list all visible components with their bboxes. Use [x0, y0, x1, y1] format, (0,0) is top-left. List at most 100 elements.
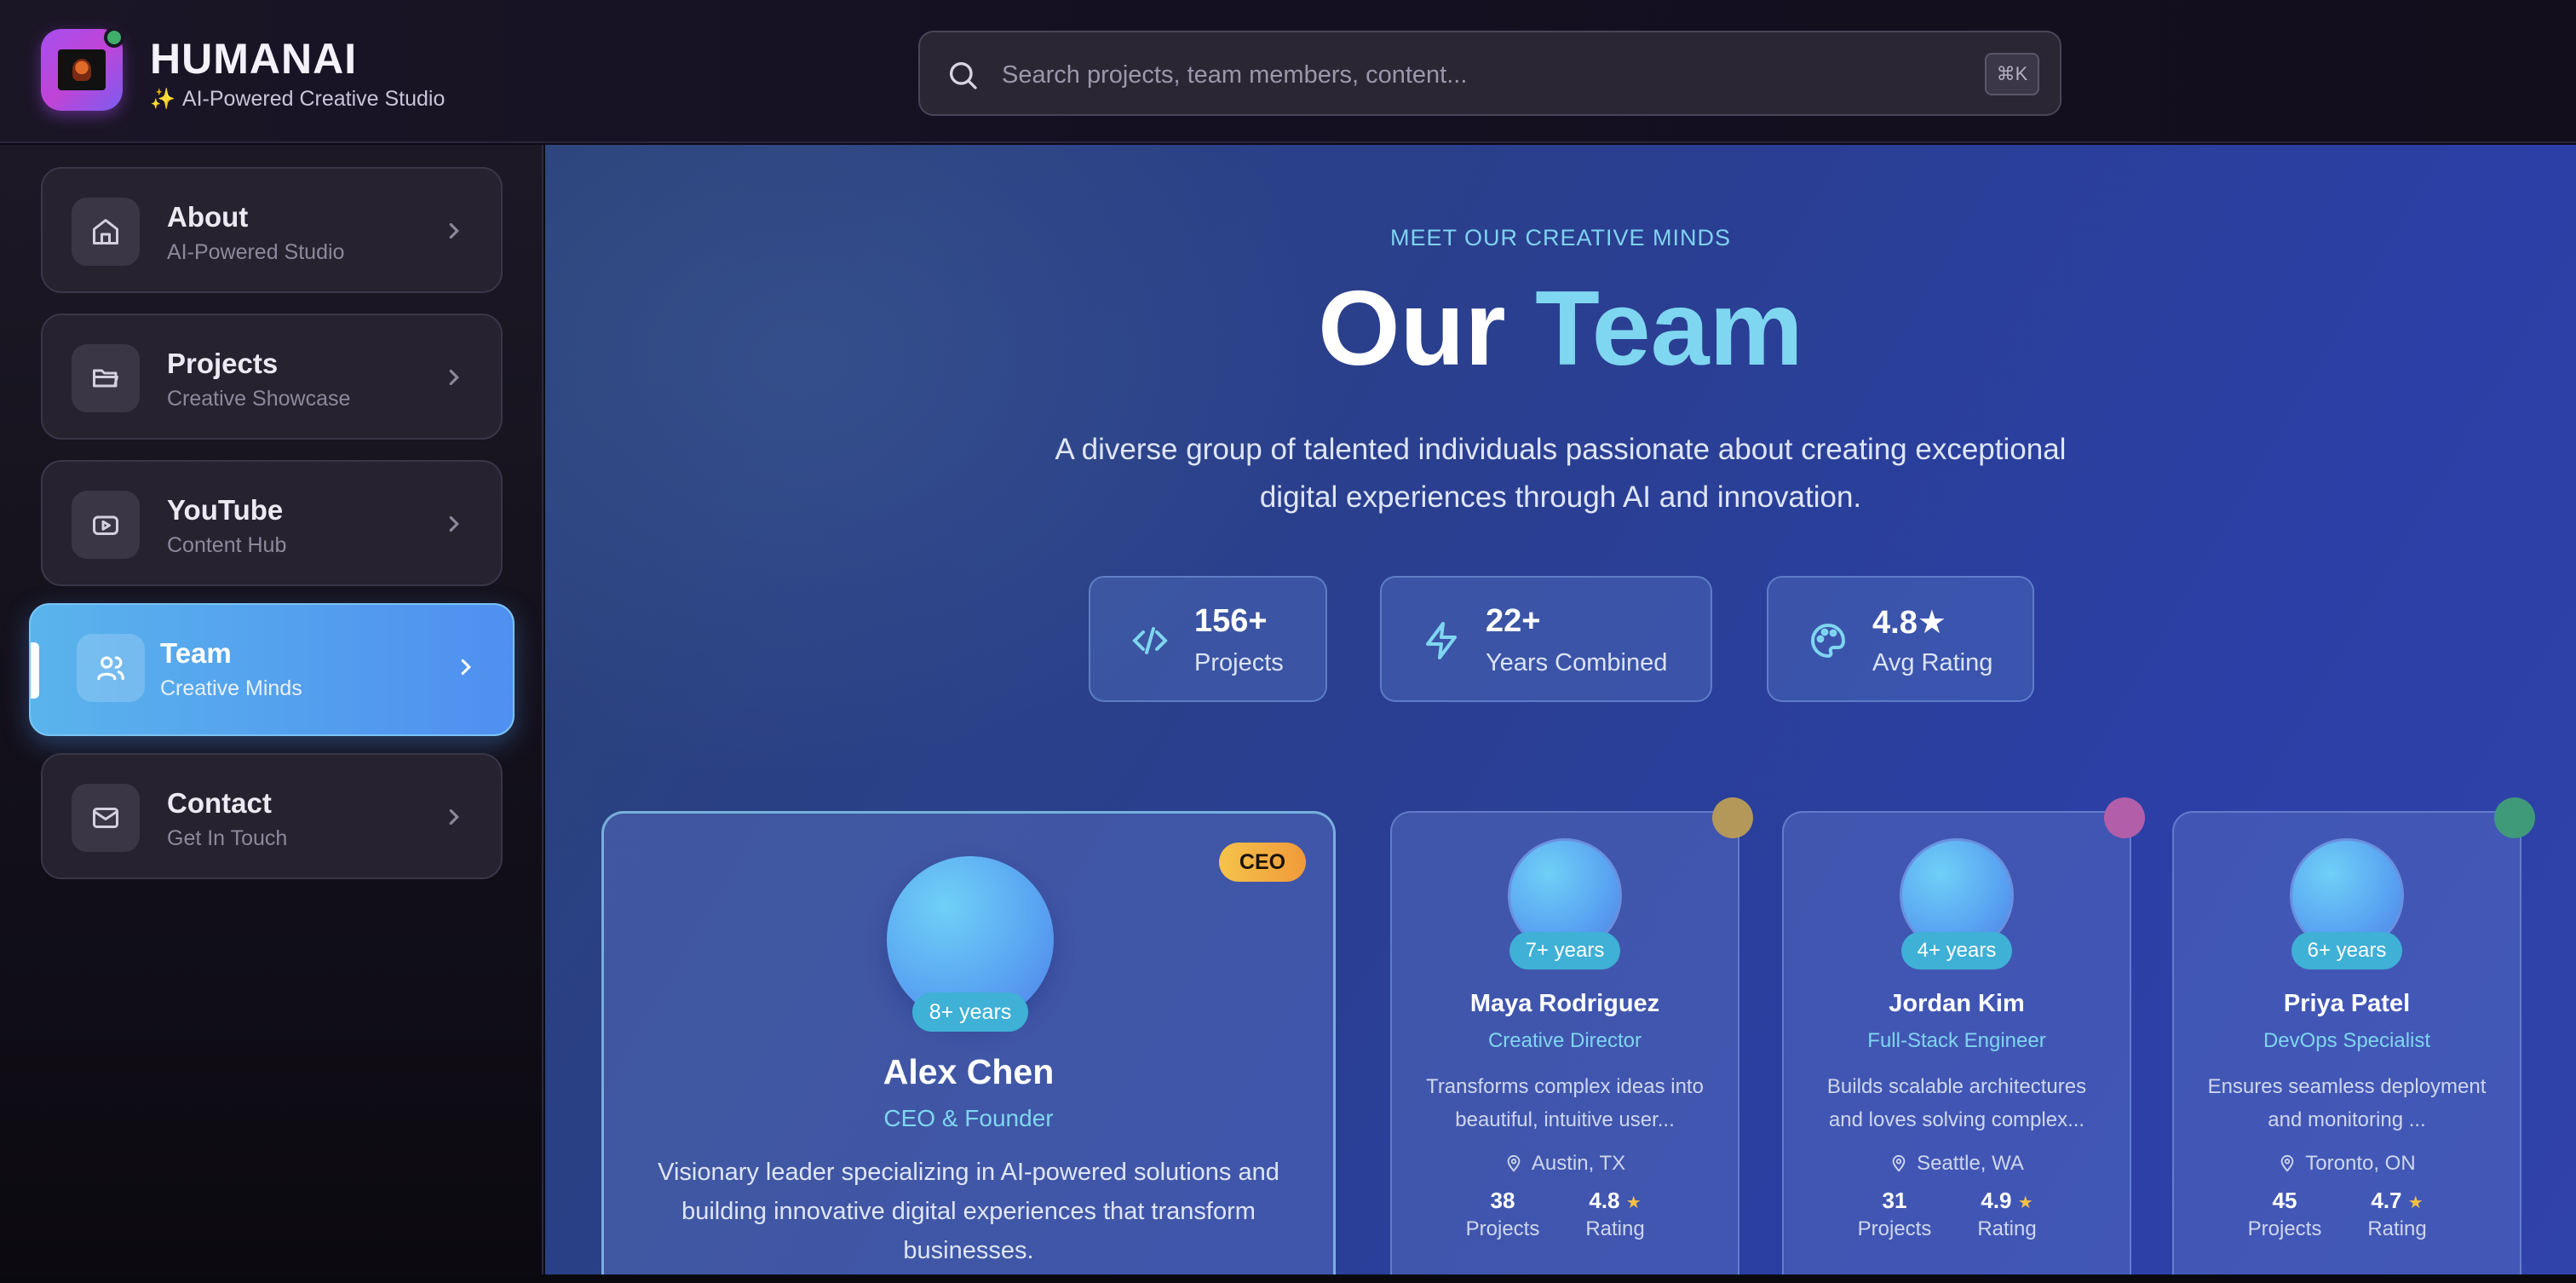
experience-badge: 6+ years	[2291, 932, 2402, 969]
main-content: MEET OUR CREATIVE MINDS Our Team A diver…	[545, 145, 2576, 1274]
member-bio: Transforms complex ideas into beautiful,…	[1426, 1075, 1704, 1131]
folder-icon	[72, 344, 140, 412]
users-icon	[77, 634, 145, 702]
member-location: Austin, TX	[1392, 1152, 1738, 1176]
member-card[interactable]: 4+ years Jordan Kim Full-Stack Engineer …	[1782, 797, 2145, 1274]
projects-label: Projects	[1465, 1217, 1540, 1240]
sidebar: About AI-Powered Studio Projects Creativ…	[0, 145, 543, 1283]
member-name: Priya Patel	[2283, 990, 2411, 1017]
projects-metric: 45 Projects	[2242, 1188, 2327, 1241]
featured-member-card[interactable]: CEO 8+ years Alex Chen CEO & Founder Vis…	[601, 811, 1336, 1274]
logo-image	[58, 49, 106, 90]
chevron-right-icon	[449, 369, 459, 386]
location-pin-icon	[2280, 1154, 2294, 1172]
code-icon	[1132, 627, 1168, 654]
sidebar-item-youtube[interactable]: YouTube Content Hub	[41, 460, 503, 586]
chevron-right-icon	[449, 808, 459, 826]
stat-label: Avg Rating	[1872, 649, 1993, 676]
stat-years: 22+ Years Combined	[1380, 576, 1712, 702]
rating-label: Rating	[1977, 1217, 2037, 1240]
stat-value: 4.8★	[1872, 605, 1946, 641]
sidebar-item-label: About	[167, 201, 249, 233]
member-name: Jordan Kim	[1889, 990, 2025, 1017]
search-icon	[950, 62, 977, 89]
member-location: Seattle, WA	[1784, 1152, 2130, 1176]
search-bar[interactable]: ⌘K	[918, 31, 2061, 116]
section-eyebrow: MEET OUR CREATIVE MINDS	[1389, 225, 1732, 250]
sidebar-item-label: Projects	[167, 348, 279, 379]
member-role: Full-Stack Engineer	[1867, 1029, 2046, 1052]
rating-label: Rating	[2367, 1217, 2427, 1240]
sidebar-item-sublabel: Creative Showcase	[167, 387, 351, 411]
page-title: Our Team	[545, 271, 2576, 387]
location-text: Austin, TX	[1531, 1152, 1626, 1175]
stat-value: 156+	[1194, 603, 1268, 639]
projects-count: 31	[1882, 1188, 1907, 1213]
member-role: Creative Director	[1487, 1029, 1642, 1052]
top-header: HUMANAI ✨ AI-Powered Creative Studio ⌘K	[0, 0, 2576, 143]
sidebar-item-sublabel: Content Hub	[167, 533, 287, 557]
member-bio: Ensures seamless deployment and monitori…	[2207, 1075, 2487, 1131]
location-pin-icon	[1892, 1154, 1906, 1172]
location-text: Toronto, ON	[2305, 1152, 2416, 1175]
palette-icon	[1810, 623, 1846, 659]
active-indicator	[31, 642, 39, 699]
member-card[interactable]: 6+ years Priya Patel DevOps Specialist E…	[2172, 797, 2535, 1274]
search-input[interactable]	[1002, 49, 1939, 101]
rating-metric: 4.9 ★ Rating	[1964, 1188, 2050, 1241]
member-bio: Visionary leader specializing in AI-powe…	[658, 1159, 1279, 1264]
rating-value: 4.7	[2371, 1188, 2402, 1213]
sparkle-icon: ✨	[150, 88, 175, 111]
projects-count: 45	[2272, 1188, 2297, 1213]
sidebar-item-label: Team	[160, 637, 232, 669]
window-bottom-edge	[0, 1274, 2576, 1283]
sidebar-item-sublabel: AI-Powered Studio	[167, 240, 345, 264]
home-icon	[72, 198, 140, 266]
brand-subtitle: ✨ AI-Powered Creative Studio	[150, 87, 445, 112]
member-name: Maya Rodriguez	[1469, 990, 1660, 1017]
projects-count: 38	[1490, 1188, 1515, 1213]
member-role: CEO & Founder	[883, 1105, 1054, 1131]
experience-badge: 4+ years	[1901, 932, 2012, 969]
page-description: A diverse group of talented individuals …	[1055, 433, 2067, 514]
youtube-icon	[72, 491, 140, 559]
stat-value: 22+	[1486, 603, 1541, 639]
member-name: Alex Chen	[883, 1052, 1055, 1091]
sidebar-item-contact[interactable]: Contact Get In Touch	[41, 753, 503, 879]
projects-label: Projects	[2247, 1217, 2322, 1240]
sidebar-item-projects[interactable]: Projects Creative Showcase	[41, 314, 503, 440]
lightning-icon	[1426, 622, 1457, 659]
sidebar-item-sublabel: Creative Minds	[160, 676, 302, 700]
rating-metric: 4.7 ★ Rating	[2355, 1188, 2440, 1241]
stat-label: Projects	[1194, 649, 1284, 676]
status-dot	[2494, 797, 2535, 838]
sidebar-item-team[interactable]: Team Creative Minds	[29, 603, 515, 736]
rating-label: Rating	[1585, 1217, 1645, 1240]
sidebar-item-sublabel: Get In Touch	[167, 826, 288, 850]
brand-title: HUMANAI	[150, 35, 358, 83]
brand-subtitle-text: AI-Powered Creative Studio	[181, 87, 446, 111]
star-icon: ★	[1625, 1194, 1642, 1212]
sidebar-item-about[interactable]: About AI-Powered Studio	[41, 167, 503, 293]
stat-projects: 156+ Projects	[1089, 576, 1327, 702]
status-dot	[2104, 797, 2145, 838]
projects-label: Projects	[1857, 1217, 1932, 1240]
online-status-dot	[104, 27, 124, 48]
stat-rating: 4.8★ Avg Rating	[1767, 576, 2034, 702]
experience-badge: 8+ years	[912, 992, 1028, 1032]
chevron-right-icon	[461, 659, 471, 676]
page-title-accent: Team	[1535, 270, 1803, 388]
chevron-right-icon	[449, 222, 459, 239]
status-dot	[1712, 797, 1753, 838]
projects-metric: 38 Projects	[1460, 1188, 1545, 1241]
member-bio: Builds scalable architectures and loves …	[1826, 1075, 2087, 1131]
experience-badge: 7+ years	[1509, 932, 1620, 969]
member-card[interactable]: 7+ years Maya Rodriguez Creative Directo…	[1390, 797, 1753, 1274]
star-icon: ★	[2017, 1194, 2033, 1212]
sidebar-item-label: YouTube	[167, 494, 284, 526]
sidebar-item-label: Contact	[167, 787, 272, 819]
rating-metric: 4.8 ★ Rating	[1573, 1188, 1658, 1241]
member-location: Toronto, ON	[2174, 1152, 2520, 1176]
page-title-part1: Our	[1318, 270, 1506, 388]
location-text: Seattle, WA	[1917, 1152, 2024, 1175]
